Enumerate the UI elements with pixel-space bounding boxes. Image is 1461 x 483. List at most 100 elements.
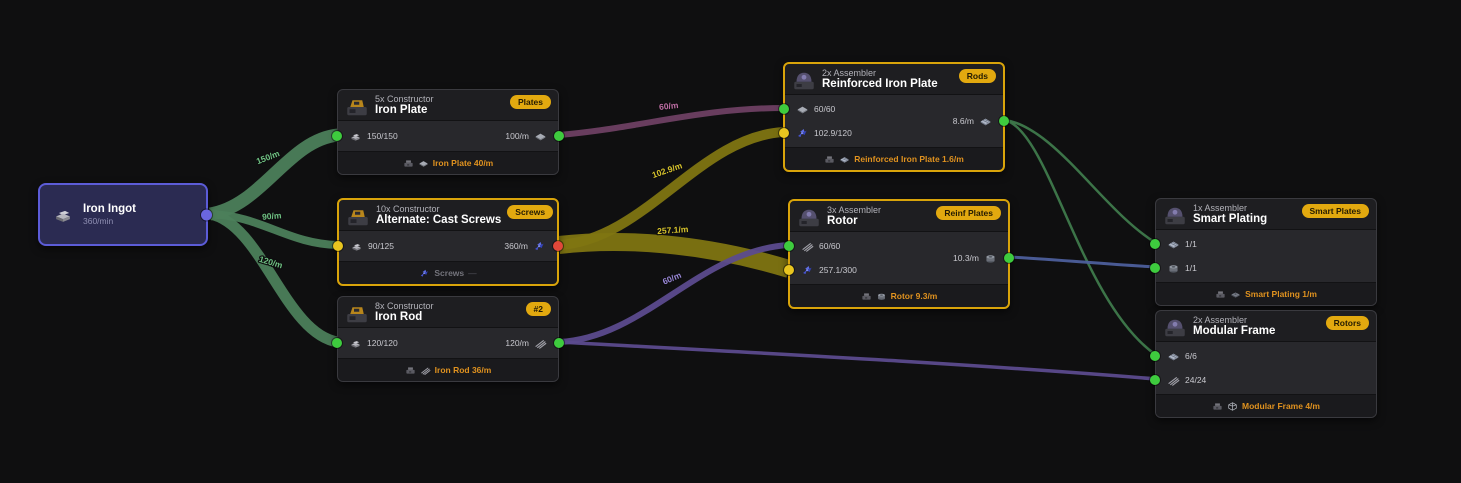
rotor-icon <box>1167 262 1180 275</box>
input-row: 60/60 <box>784 234 942 258</box>
input-row: 24/24 <box>1150 368 1376 392</box>
node-footer: Iron Rod 36/m <box>338 358 558 381</box>
port-smart-plating-input-rotors[interactable] <box>1150 263 1160 273</box>
port-rip-input-screws[interactable] <box>779 128 789 138</box>
edge-rotor-to-smart-plating[interactable] <box>1009 255 1157 269</box>
node-footer: Iron Plate 40/m <box>338 151 558 174</box>
smart-plating-icon <box>1230 289 1241 300</box>
input-row: 150/150 <box>332 124 494 148</box>
input-row: 102.9/120 <box>779 121 942 145</box>
machine-mini-icon <box>403 158 414 169</box>
graph-canvas[interactable]: 150/m 90/m 120/m 60/m 102.9/m 257.1/m 60… <box>0 0 1461 483</box>
output-tag-badge: Smart Plates <box>1301 204 1369 218</box>
screw-icon <box>796 127 809 140</box>
node-header: 2x Assembler Modular Frame Rotors <box>1156 311 1376 341</box>
screw-icon <box>801 264 814 277</box>
node-cast-screws[interactable]: 10x Constructor Alternate: Cast Screws S… <box>333 198 563 286</box>
output-tag-badge: #2 <box>525 302 551 316</box>
surplus-rate: Iron Plate 40/m <box>432 158 494 168</box>
machine-count: 2x Assembler <box>822 68 877 78</box>
node-header: 2x Assembler Reinforced Iron Plate Rods <box>785 64 1003 94</box>
machine-mini-icon <box>1212 401 1223 412</box>
input-row: 6/6 <box>1150 344 1376 368</box>
input-qty: 102.9/120 <box>814 128 852 138</box>
surplus-dash: — <box>468 268 477 278</box>
machine-mini-icon <box>1215 289 1226 300</box>
edge-cast-screws-to-rotor[interactable] <box>557 233 792 278</box>
output-qty: 10.3/m <box>953 253 979 263</box>
port-rip-input-plates[interactable] <box>779 104 789 114</box>
node-header: 3x Assembler Rotor Reinf Plates <box>790 201 1008 231</box>
iron-ingot-icon <box>350 240 363 253</box>
edge-ingot-to-iron-plate[interactable] <box>208 128 340 221</box>
rotor-icon <box>876 291 887 302</box>
iron-ingot-icon <box>349 337 362 350</box>
port-smart-plating-input-plates[interactable] <box>1150 239 1160 249</box>
modular-frame-icon <box>1227 401 1238 412</box>
edge-iron-plate-to-reinforced-iron-plate[interactable] <box>558 105 785 138</box>
surplus-rate: Rotor 9.3/m <box>890 291 938 301</box>
node-rotor[interactable]: 3x Assembler Rotor Reinf Plates 60/60 25… <box>784 199 1014 309</box>
input-qty: 60/60 <box>814 104 836 114</box>
machine-count: 1x Assembler <box>1193 203 1248 213</box>
port-iron-plate-output[interactable] <box>554 131 564 141</box>
port-modular-frame-input-rods[interactable] <box>1150 375 1160 385</box>
input-qty: 150/150 <box>367 131 398 141</box>
output-qty: 8.6/m <box>952 116 974 126</box>
input-qty: 24/24 <box>1185 375 1207 385</box>
edge-iron-rod-to-modular-frame[interactable] <box>558 340 1157 381</box>
iron-plate-icon <box>534 130 547 143</box>
assembler-icon <box>797 206 821 230</box>
port-rip-output[interactable] <box>999 116 1009 126</box>
port-iron-rod-input[interactable] <box>332 338 342 348</box>
input-row: 257.1/300 <box>784 258 942 282</box>
iron-rod-icon <box>801 240 814 253</box>
input-row: 60/60 <box>779 97 942 121</box>
node-footer: Reinforced Iron Plate 1.6/m <box>785 147 1003 170</box>
input-row: 1/1 <box>1150 256 1376 280</box>
output-qty: 100/m <box>505 131 529 141</box>
input-qty: 60/60 <box>819 241 841 251</box>
edge-label-ingot-to-cast-screws: 90/m <box>262 210 283 222</box>
node-title: Iron Plate <box>375 104 428 116</box>
assembler-icon <box>1163 204 1187 228</box>
surplus-rate: Modular Frame 4/m <box>1242 401 1320 411</box>
port-rotor-input-rods[interactable] <box>784 241 794 251</box>
machine-mini-icon <box>861 291 872 302</box>
edge-label-iron-rod-to-rotor: 60/m <box>661 270 683 287</box>
port-rotor-output[interactable] <box>1004 253 1014 263</box>
machine-count: 2x Assembler <box>1193 315 1248 325</box>
port-cast-screws-input[interactable] <box>333 241 343 251</box>
node-iron-rod[interactable]: 8x Constructor Iron Rod #2 120/120 120/m <box>332 296 564 382</box>
node-smart-plating[interactable]: 1x Assembler Smart Plating Smart Plates … <box>1150 198 1377 306</box>
port-iron-rod-output[interactable] <box>554 338 564 348</box>
assembler-icon <box>1163 316 1187 340</box>
input-row: 120/120 <box>332 331 494 355</box>
iron-ingot-icon <box>349 130 362 143</box>
port-modular-frame-input-plates[interactable] <box>1150 351 1160 361</box>
screw-icon <box>419 268 430 279</box>
node-footer: Screws — <box>339 261 557 284</box>
node-title: Iron Rod <box>375 311 423 323</box>
edge-reinforced-plate-to-modular-frame[interactable] <box>1004 118 1157 357</box>
node-title: Modular Frame <box>1193 325 1276 337</box>
output-row: 10.3/m <box>942 246 1014 270</box>
port-cast-screws-output[interactable] <box>553 241 563 251</box>
input-qty: 1/1 <box>1185 239 1197 249</box>
output-row: 120/m <box>494 331 564 355</box>
iron-plate-icon <box>418 158 429 169</box>
machine-mini-icon <box>824 154 835 165</box>
port-rotor-input-screws[interactable] <box>784 265 794 275</box>
node-iron-plate[interactable]: 5x Constructor Iron Plate Plates 150/150… <box>332 89 564 175</box>
node-footer: Rotor 9.3/m <box>790 284 1008 307</box>
surplus-rate: Reinforced Iron Plate 1.6/m <box>854 154 964 164</box>
resource-rate: 360/min <box>83 216 114 226</box>
constructor-icon <box>345 302 369 326</box>
node-modular-frame[interactable]: 2x Assembler Modular Frame Rotors 6/6 24… <box>1150 310 1377 418</box>
input-qty: 6/6 <box>1185 351 1197 361</box>
port-iron-plate-input[interactable] <box>332 131 342 141</box>
node-reinforced-iron-plate[interactable]: 2x Assembler Reinforced Iron Plate Rods … <box>779 62 1009 172</box>
node-iron-ingot[interactable]: Iron Ingot 360/min <box>38 183 212 246</box>
output-qty: 120/m <box>505 338 529 348</box>
port-iron-ingot-output[interactable] <box>201 209 212 220</box>
